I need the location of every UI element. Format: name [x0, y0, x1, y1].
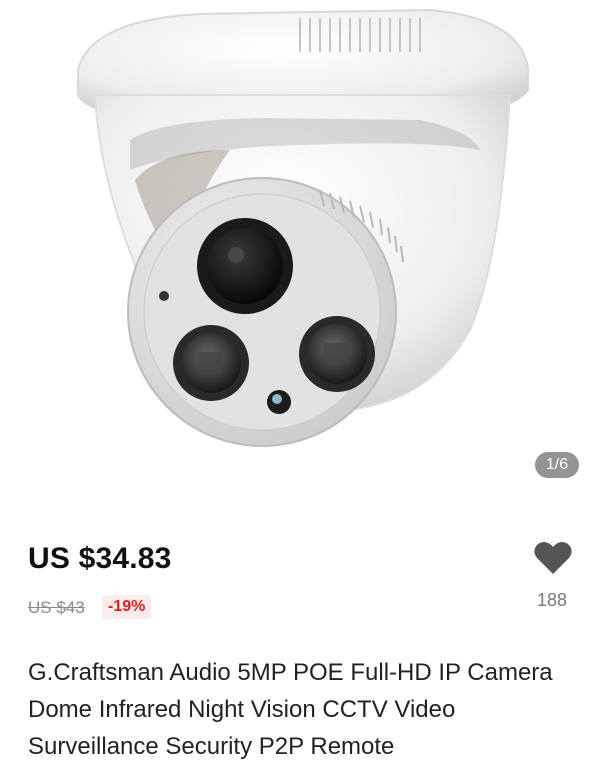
dome-camera-image: [77, 8, 529, 447]
heart-icon: [534, 542, 572, 574]
product-image-gallery[interactable]: 1/6: [0, 0, 595, 505]
current-price: US $34.83: [28, 542, 172, 575]
discount-badge: -19%: [102, 595, 152, 619]
wishlist-count: 188: [536, 590, 568, 610]
product-title: G.Craftsman Audio 5MP POE Full-HD IP Cam…: [28, 659, 553, 760]
product-page: 1/6 US $34.83 US $43 -19% 188 G.Craftsma…: [0, 0, 595, 768]
wishlist-button[interactable]: [533, 540, 573, 576]
image-counter-badge: 1/6: [535, 452, 579, 478]
original-price: US $43: [28, 598, 85, 617]
